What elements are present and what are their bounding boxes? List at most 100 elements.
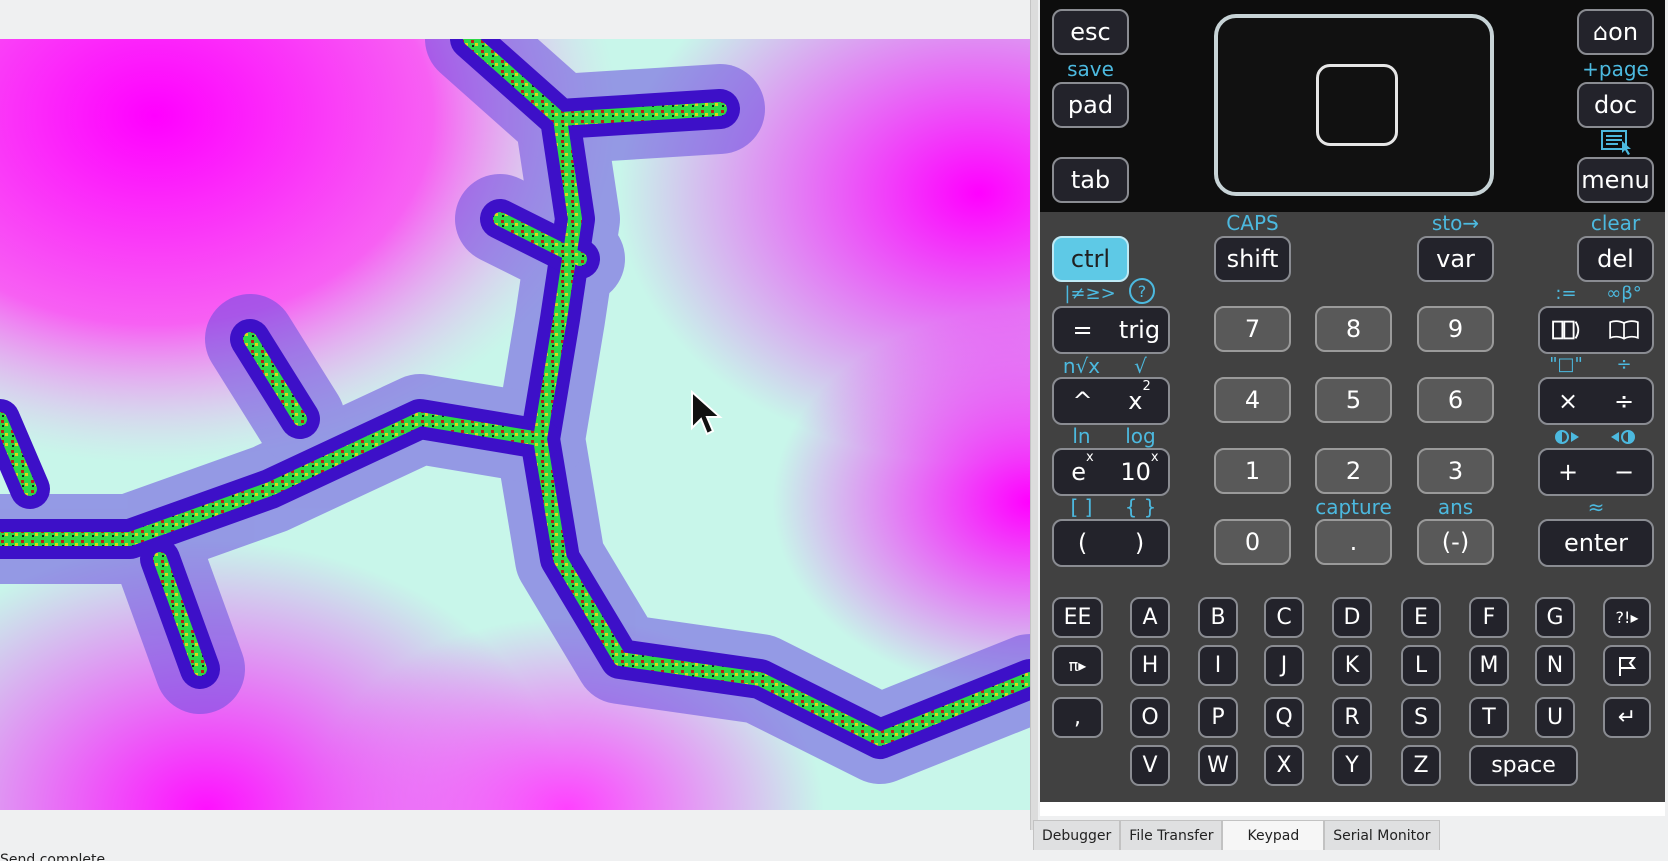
letter-b-key[interactable]: B	[1198, 597, 1238, 638]
letter-y-key[interactable]: Y	[1332, 745, 1372, 786]
letter-s-key[interactable]: S	[1401, 697, 1441, 738]
digit-4-key[interactable]: 4	[1214, 377, 1291, 423]
ctrl-key[interactable]: ctrl	[1052, 236, 1129, 282]
digit-7-key[interactable]: 7	[1214, 306, 1291, 352]
digit-0-key[interactable]: 0	[1214, 519, 1291, 565]
dock-tab-bar: Debugger File Transfer Keypad Serial Mon…	[1033, 820, 1440, 850]
digit-9-key[interactable]: 9	[1417, 306, 1494, 352]
tenx-key-label[interactable]: 10x	[1111, 450, 1168, 486]
touchpad-center-button[interactable]	[1316, 64, 1398, 146]
letter-f-key[interactable]: F	[1469, 597, 1509, 638]
equals-key-label[interactable]: =	[1054, 316, 1111, 344]
var-key[interactable]: var	[1417, 236, 1494, 282]
plus-minus-key[interactable]: + −	[1538, 448, 1654, 496]
space-key[interactable]: space	[1469, 745, 1578, 786]
tab-debugger[interactable]: Debugger	[1033, 820, 1121, 850]
letter-n-key[interactable]: N	[1535, 645, 1575, 686]
touchpad[interactable]	[1214, 14, 1494, 196]
caps-label: CAPS	[1226, 211, 1279, 235]
pane-splitter[interactable]	[1030, 0, 1038, 830]
digit-1-key[interactable]: 1	[1214, 448, 1291, 494]
letter-h-key[interactable]: H	[1130, 645, 1170, 686]
letter-g-key[interactable]: G	[1535, 597, 1575, 638]
contrast-up-icon	[1555, 430, 1579, 444]
digit-6-key[interactable]: 6	[1417, 377, 1494, 423]
power-key-label[interactable]: ^	[1054, 387, 1111, 415]
lparen-key-label[interactable]: (	[1054, 529, 1111, 557]
esc-key[interactable]: esc	[1052, 9, 1129, 55]
pad-key[interactable]: pad	[1052, 82, 1129, 128]
return-key[interactable]: ↵	[1603, 697, 1651, 738]
comma-key[interactable]: ,	[1052, 697, 1103, 738]
letter-t-key[interactable]: T	[1469, 697, 1509, 738]
del-key[interactable]: del	[1577, 236, 1654, 282]
letter-z-key[interactable]: Z	[1401, 745, 1441, 786]
tab-file-transfer[interactable]: File Transfer	[1120, 820, 1223, 850]
exp-tenx-key[interactable]: ex 10x	[1052, 448, 1170, 496]
exp-key-label[interactable]: ex	[1054, 450, 1111, 486]
punctuation-key[interactable]: ?!▸	[1603, 597, 1651, 638]
catalog-book-key[interactable]	[1538, 306, 1654, 354]
mouse-pointer-icon	[691, 390, 723, 436]
shift-key[interactable]: shift	[1214, 236, 1291, 282]
square-key-label[interactable]: x2	[1111, 379, 1168, 415]
letter-w-key[interactable]: W	[1198, 745, 1238, 786]
brackets-label: [ ]	[1070, 495, 1093, 519]
menu-key[interactable]: menu	[1577, 157, 1654, 203]
letter-a-key[interactable]: A	[1130, 597, 1170, 638]
digit-5-key[interactable]: 5	[1315, 377, 1392, 423]
catalog-icon[interactable]	[1540, 316, 1596, 344]
letter-o-key[interactable]: O	[1130, 697, 1170, 738]
rparen-key-label[interactable]: )	[1111, 529, 1168, 557]
tab-keypad[interactable]: Keypad	[1222, 820, 1325, 850]
letter-p-key[interactable]: P	[1198, 697, 1238, 738]
tenx-superscript: x	[1150, 450, 1159, 465]
times-divide-key[interactable]: × ÷	[1538, 377, 1654, 425]
nroot-label: n√x	[1062, 354, 1101, 378]
help-circle-icon: ?	[1129, 278, 1155, 304]
decimal-key[interactable]: .	[1315, 519, 1392, 565]
document-menu-icon	[1601, 130, 1631, 155]
fractal-image[interactable]	[0, 39, 1030, 810]
on-key[interactable]: ⌂on	[1577, 9, 1654, 55]
negative-key[interactable]: (-)	[1417, 519, 1494, 565]
emulator-window: esc save pad tab ⌂on +page doc menu CAPS…	[0, 0, 1668, 861]
letter-c-key[interactable]: C	[1264, 597, 1304, 638]
doc-key[interactable]: doc	[1577, 82, 1654, 128]
ee-key[interactable]: EE	[1052, 597, 1103, 638]
letter-i-key[interactable]: I	[1198, 645, 1238, 686]
letter-x-key[interactable]: X	[1264, 745, 1304, 786]
letter-r-key[interactable]: R	[1332, 697, 1372, 738]
braces-label: { }	[1124, 495, 1157, 519]
pi-key[interactable]: π▸	[1052, 645, 1103, 686]
trig-key-label[interactable]: trig	[1111, 316, 1168, 344]
svg-text:?: ?	[1138, 282, 1147, 301]
times-key-label[interactable]: ×	[1540, 387, 1596, 415]
letter-v-key[interactable]: V	[1130, 745, 1170, 786]
enter-key[interactable]: enter	[1538, 519, 1654, 567]
plus-key-label[interactable]: +	[1540, 458, 1596, 486]
power-square-key[interactable]: ^ x2	[1052, 377, 1170, 425]
digit-2-key[interactable]: 2	[1315, 448, 1392, 494]
digit-8-key[interactable]: 8	[1315, 306, 1392, 352]
letter-l-key[interactable]: L	[1401, 645, 1441, 686]
book-icon[interactable]	[1596, 317, 1652, 343]
divide-key-label[interactable]: ÷	[1596, 387, 1652, 415]
letter-d-key[interactable]: D	[1332, 597, 1372, 638]
tenx-base: 10	[1120, 458, 1151, 486]
equals-trig-key[interactable]: = trig	[1052, 306, 1170, 354]
letter-j-key[interactable]: J	[1264, 645, 1304, 686]
approx-label: ≈	[1587, 495, 1605, 519]
letter-k-key[interactable]: K	[1332, 645, 1372, 686]
paren-key[interactable]: ( )	[1052, 519, 1170, 567]
minus-key-label[interactable]: −	[1596, 458, 1652, 486]
tab-key[interactable]: tab	[1052, 157, 1129, 203]
ans-label: ans	[1437, 495, 1474, 519]
tab-serial-monitor[interactable]: Serial Monitor	[1324, 820, 1440, 850]
letter-u-key[interactable]: U	[1535, 697, 1575, 738]
digit-3-key[interactable]: 3	[1417, 448, 1494, 494]
letter-e-key[interactable]: E	[1401, 597, 1441, 638]
letter-q-key[interactable]: Q	[1264, 697, 1304, 738]
flag-key[interactable]	[1603, 645, 1651, 686]
letter-m-key[interactable]: M	[1469, 645, 1509, 686]
